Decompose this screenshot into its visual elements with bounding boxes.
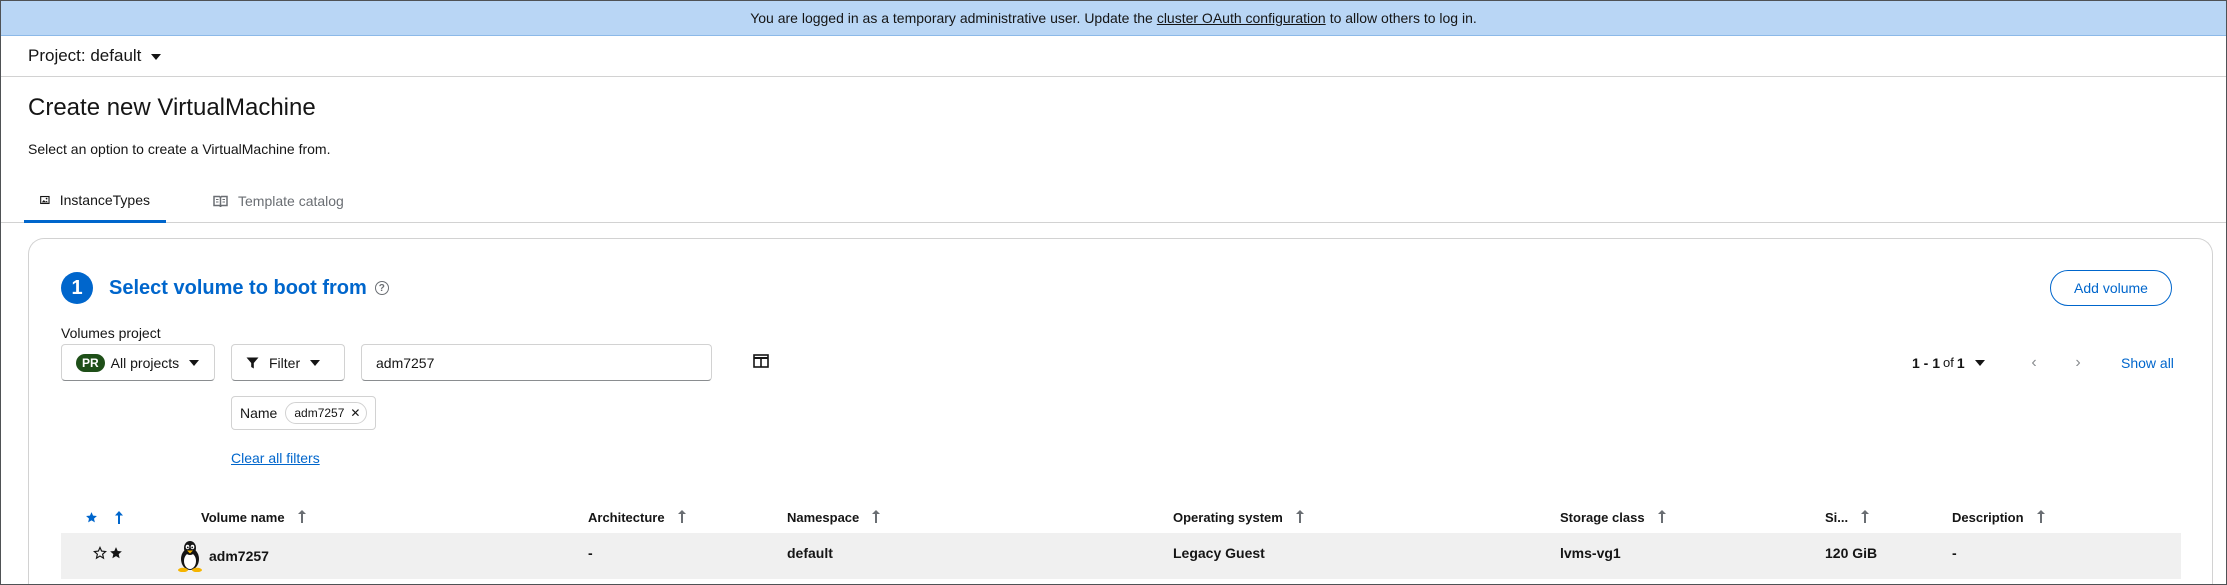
project-selector[interactable]: Project: default	[28, 46, 162, 66]
star-outline-icon[interactable]	[93, 546, 107, 560]
caret-down-icon	[1974, 359, 1985, 366]
boot-volume-card: 1 Select volume to boot from ? Add volum…	[28, 238, 2213, 584]
pagination-toggle[interactable]: 1 - 1 of 1	[1912, 344, 1985, 381]
column-label: Architecture	[588, 509, 665, 525]
next-page-button[interactable]: ›	[2068, 344, 2088, 381]
manage-columns-icon[interactable]	[753, 354, 769, 368]
volumes-project-label: Volumes project	[61, 325, 161, 341]
star-icon	[86, 511, 97, 522]
operating-system-cell: Legacy Guest	[1173, 545, 1265, 561]
chip-category: Name	[240, 405, 278, 421]
caret-down-icon	[310, 359, 321, 366]
filter-icon	[246, 357, 259, 368]
filter-label: Filter	[269, 354, 301, 371]
sort-icon	[871, 510, 881, 524]
volumes-project-select[interactable]: PR All projects	[61, 344, 215, 381]
column-header-operating-system[interactable]: Operating system	[1173, 501, 1305, 533]
tab-label: InstanceTypes	[59, 191, 150, 208]
filter-dropdown[interactable]: Filter	[231, 344, 345, 381]
sort-icon	[297, 510, 307, 524]
pagination-total: 1	[1956, 354, 1965, 371]
filter-chip-group: Name adm7257 ✕	[231, 396, 376, 430]
app-window: You are logged in as a temporary adminis…	[0, 0, 2227, 585]
size-cell: 120 GiB	[1825, 545, 1878, 561]
column-header-architecture[interactable]: Architecture	[588, 501, 687, 533]
favorite-toggle[interactable]	[93, 533, 123, 573]
tab-instancetypes[interactable]: InstanceTypes	[24, 179, 166, 223]
column-header-storage-class[interactable]: Storage class	[1560, 501, 1667, 533]
column-label: Volume name	[201, 509, 285, 525]
column-header-volume-name[interactable]: Volume name	[201, 501, 307, 533]
page-title: Create new VirtualMachine	[28, 94, 316, 121]
close-icon[interactable]: ✕	[350, 406, 360, 420]
cluster-oauth-link[interactable]: cluster OAuth configuration	[1157, 10, 1326, 26]
step-title: Select volume to boot from ?	[109, 272, 389, 304]
storage-class-cell: lvms-vg1	[1560, 545, 1621, 561]
column-label: Si...	[1825, 509, 1849, 525]
column-label: Description	[1952, 509, 2024, 525]
project-selector-bar: Project: default	[1, 36, 2226, 77]
star-icon[interactable]	[109, 546, 123, 560]
sort-up-icon	[115, 510, 123, 524]
project-label: Project: default	[28, 46, 142, 65]
tab-label: Template catalog	[238, 193, 344, 209]
show-all-link[interactable]: Show all	[2121, 344, 2174, 381]
project-select-value: All projects	[110, 354, 180, 371]
creation-tabs: InstanceTypes Template catalog	[1, 179, 2226, 223]
caret-down-icon	[151, 53, 162, 60]
sort-icon	[677, 510, 687, 524]
column-label: Operating system	[1173, 509, 1283, 525]
step-number: 1	[61, 272, 93, 304]
chip-value: adm7257	[294, 406, 345, 420]
sort-icon	[1657, 510, 1667, 524]
column-header-namespace[interactable]: Namespace	[787, 501, 881, 533]
column-header-size[interactable]: Si...	[1825, 501, 1870, 533]
previous-page-button[interactable]: ‹	[2024, 344, 2044, 381]
project-badge: PR	[76, 353, 105, 372]
volume-name: adm7257	[209, 548, 269, 564]
image-icon	[40, 195, 50, 204]
favorite-sort-header[interactable]	[85, 501, 123, 533]
sort-icon	[2036, 510, 2046, 524]
pagination-of: of	[1943, 355, 1954, 370]
namespace-cell: default	[787, 545, 833, 561]
admin-banner: You are logged in as a temporary adminis…	[1, 1, 2226, 36]
filter-chip: adm7257 ✕	[285, 402, 368, 424]
help-icon[interactable]: ?	[374, 281, 389, 295]
column-header-description[interactable]: Description	[1952, 501, 2046, 533]
description-cell: -	[1952, 545, 1957, 561]
linux-tux-icon	[178, 541, 202, 572]
clear-all-filters-link[interactable]: Clear all filters	[231, 450, 320, 466]
pagination-range: 1 - 1	[1912, 354, 1941, 371]
sort-icon	[1295, 510, 1305, 524]
table-header: Volume name Architecture Namespace Opera…	[61, 501, 2181, 533]
table-row[interactable]: adm7257 - default Legacy Guest lvms-vg1 …	[61, 533, 2181, 579]
page-subtitle: Select an option to create a VirtualMach…	[28, 141, 331, 157]
column-label: Namespace	[787, 509, 860, 525]
banner-text-before: You are logged in as a temporary adminis…	[750, 10, 1153, 26]
step-title-text: Select volume to boot from	[109, 276, 367, 299]
add-volume-button[interactable]: Add volume	[2050, 270, 2172, 306]
book-icon	[213, 195, 228, 207]
caret-down-icon	[189, 359, 200, 366]
tab-template-catalog[interactable]: Template catalog	[197, 179, 360, 223]
architecture-cell: -	[588, 545, 593, 561]
column-label: Storage class	[1560, 509, 1645, 525]
banner-text-after: to allow others to log in.	[1329, 10, 1477, 26]
sort-icon	[1860, 510, 1870, 524]
search-input[interactable]	[361, 344, 712, 381]
volume-name-cell: adm7257	[177, 533, 269, 579]
